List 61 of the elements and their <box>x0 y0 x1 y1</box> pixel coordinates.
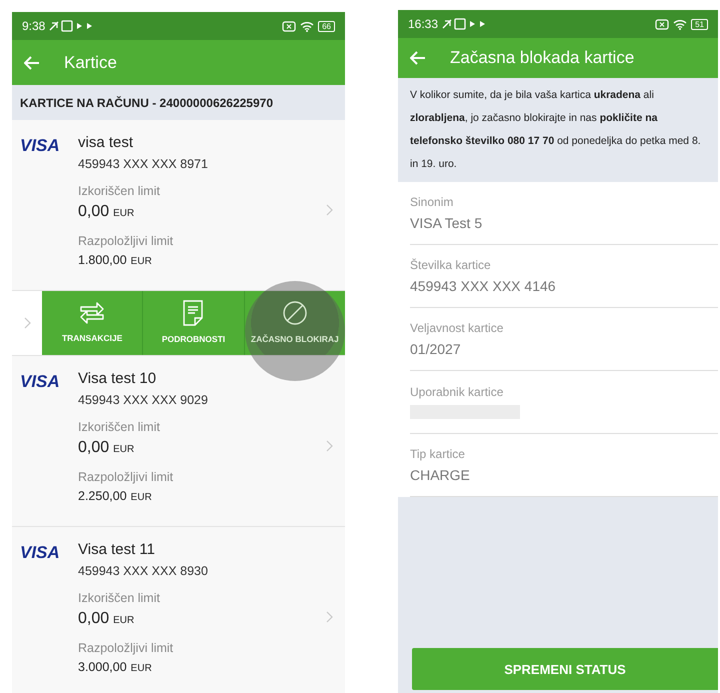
back-arrow-icon[interactable] <box>410 51 426 65</box>
card-name: Visa test 11 <box>78 541 156 558</box>
change-status-button[interactable]: SPREMENI STATUS <box>412 648 718 690</box>
card-number: 459943 XXX XXX 9029 <box>78 393 209 407</box>
swap-arrows-icon <box>79 301 106 325</box>
back-arrow-icon[interactable] <box>24 56 40 70</box>
battery-level: 51 <box>691 18 708 30</box>
block-icon <box>282 300 308 326</box>
document-icon <box>183 300 204 326</box>
card-name: Visa test 10 <box>78 370 158 387</box>
available-limit-label: Razpoložljivi limit <box>78 470 174 484</box>
currency-label: EUR <box>113 444 134 455</box>
used-limit-label: Izkoriščen limit <box>78 420 161 434</box>
available-limit-amount: 2.250,00 <box>78 489 127 503</box>
card-action-button[interactable]: TRANSAKCIJE <box>42 291 142 355</box>
chevron-icon <box>326 440 333 452</box>
card-number: 459943 XXX XXX 8971 <box>78 157 209 171</box>
currency-label: EUR <box>130 663 152 674</box>
field-value: 459943 XXX XXX 4146 <box>410 278 557 294</box>
available-limit-label: Razpoložljivi limit <box>78 641 174 655</box>
screen-title: Začasna blokada kartice <box>450 48 634 68</box>
card-list-item[interactable]: VISA Visa test 10 459943 XXX XXX 9029 Izkoriščen limit 0,00 EUR Razpoložljivi limit 2.250,00 EUR <box>12 356 345 527</box>
field-label: Sinonim <box>410 195 454 209</box>
screen-title: Kartice <box>64 52 117 72</box>
chevron-icon <box>326 611 333 623</box>
card-number: 459943 XXX XXX 8930 <box>78 564 209 578</box>
chevron-icon <box>326 204 333 216</box>
available-limit-amount: 1.800,00 <box>78 253 127 267</box>
chevron-icon <box>24 317 30 329</box>
wifi-icon <box>300 20 314 32</box>
field-value: 01/2027 <box>410 341 462 357</box>
available-limit-label: Razpoložljivi limit <box>78 234 174 248</box>
used-limit-amount: 0,00 <box>78 439 110 456</box>
status-time: 16:33 <box>408 17 438 31</box>
card-list-item[interactable]: VISA Visa test 11 459943 XXX XXX 8930 Izkoriščen limit 0,00 EUR Razpoložljivi limit 3.000,00 EUR <box>12 527 345 693</box>
currency-label: EUR <box>130 492 152 503</box>
used-limit-label: Izkoriščen limit <box>78 591 161 605</box>
battery-level: 66 <box>318 20 335 32</box>
status-time: 9:38 <box>22 19 46 33</box>
field-value: VISA Test 5 <box>410 215 484 231</box>
notice-text: V kolikor sumite, da je bila vaša kartica ukradena ali zlorabljena, jo začasno blokirajte in nas pokličite na telefonsko številko 080 17 70 od ponedeljka do petka med 8. in 19. uro. <box>409 88 702 172</box>
field-label: Številka kartice <box>410 258 492 272</box>
visa-logo: VISA <box>20 543 61 563</box>
sim-icon <box>655 18 670 30</box>
field-label: Tip kartice <box>410 447 466 461</box>
available-limit-amount: 3.000,00 <box>78 660 127 674</box>
wifi-icon <box>673 18 688 30</box>
currency-label: EUR <box>113 208 134 219</box>
field-label: Uporabnik kartice <box>410 385 504 399</box>
field-label: Veljavnost kartice <box>410 321 504 335</box>
card-name: visa test <box>78 134 134 151</box>
sim-icon <box>282 20 296 32</box>
visa-logo: VISA <box>20 136 61 156</box>
currency-label: EUR <box>113 615 134 626</box>
field-value: CHARGE <box>410 467 471 483</box>
used-limit-amount: 0,00 <box>78 203 110 220</box>
used-limit-label: Izkoriščen limit <box>78 184 161 198</box>
section-header: KARTICE NA RAČUNU - 24000000626225970 <box>12 85 345 120</box>
visa-logo: VISA <box>20 372 61 392</box>
currency-label: EUR <box>130 256 152 267</box>
used-limit-amount: 0,00 <box>78 610 110 627</box>
